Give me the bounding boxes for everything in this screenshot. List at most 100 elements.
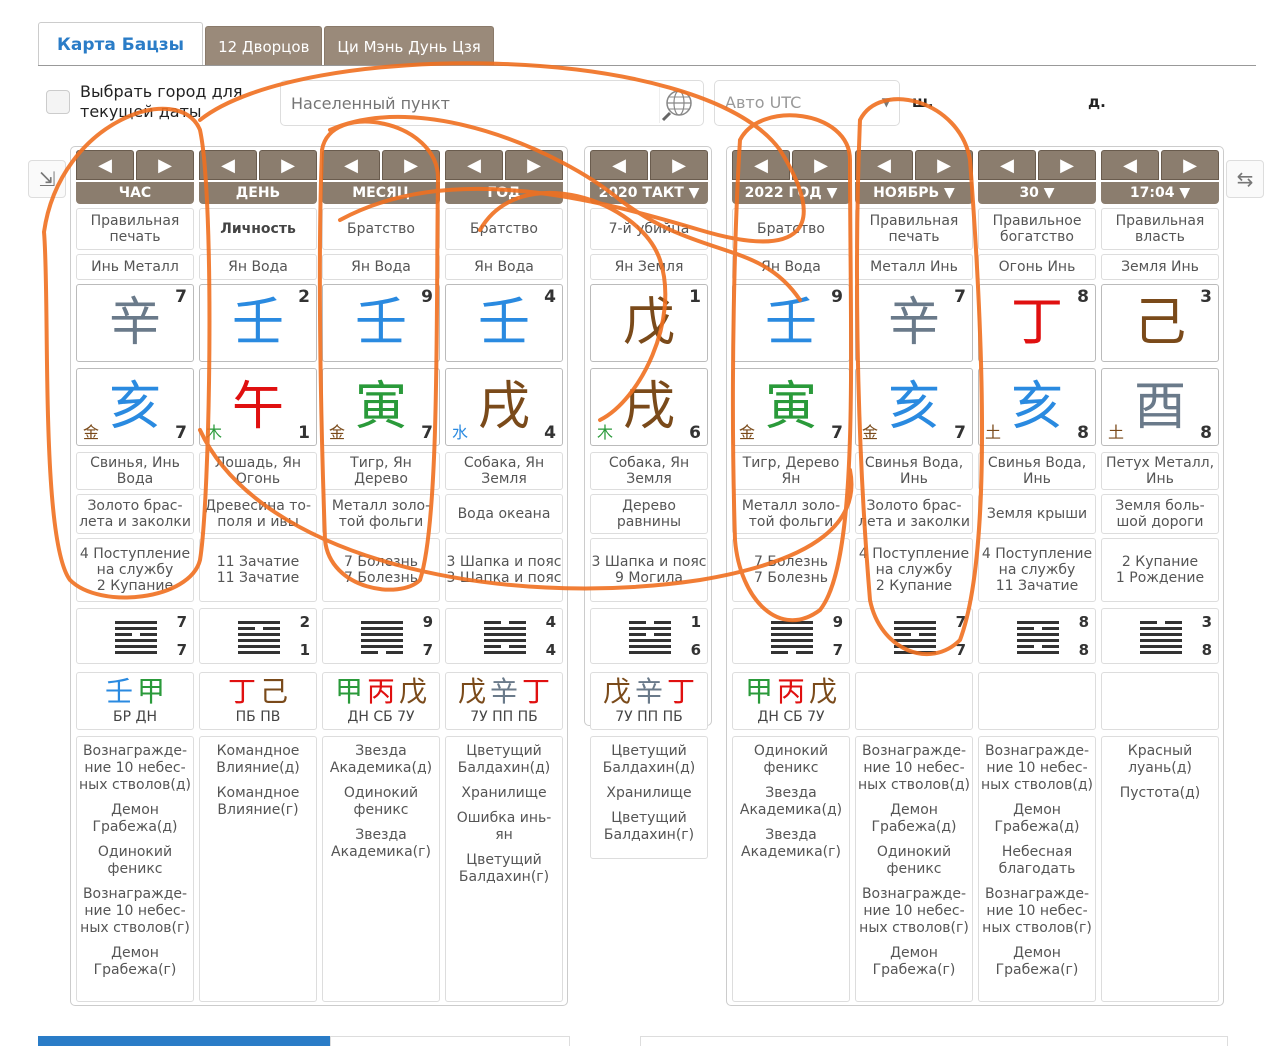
pillar-header[interactable]: НОЯБРЬ ▼ bbox=[855, 182, 973, 204]
star-item: Командное Влияние(г) bbox=[216, 785, 300, 818]
life-stage-item: 7 Болезнь bbox=[754, 570, 828, 586]
star-item: Вознагражде-ние 10 небес-ных стволов(д) bbox=[981, 743, 1093, 793]
branch-element-glyph: 木 bbox=[597, 423, 614, 442]
heavenly-stem[interactable]: 辛7 bbox=[76, 284, 194, 362]
earthly-branch[interactable]: 酉土8 bbox=[1101, 368, 1219, 446]
prev-arrow-icon[interactable]: ◀ bbox=[322, 150, 380, 180]
pillar-nav: ◀ ▶ bbox=[732, 150, 850, 180]
heavenly-stem[interactable]: 壬4 bbox=[445, 284, 563, 362]
ten-god: Правильная власть bbox=[1101, 208, 1219, 250]
hexagram-number-top: 8 bbox=[1078, 613, 1089, 631]
pillar-header[interactable]: ДЕНЬ bbox=[199, 182, 317, 204]
element-label: Огонь Инь bbox=[978, 254, 1096, 280]
next-arrow-icon[interactable]: ▶ bbox=[792, 150, 850, 180]
earthly-branch[interactable]: 午木1 bbox=[199, 368, 317, 446]
heavenly-stem[interactable]: 辛7 bbox=[855, 284, 973, 362]
city-input[interactable] bbox=[281, 81, 641, 125]
prev-arrow-icon[interactable]: ◀ bbox=[590, 150, 648, 180]
pillar-header[interactable]: МЕСЯЦ bbox=[322, 182, 440, 204]
nayin-label: Земля крыши bbox=[978, 494, 1096, 534]
hexagram-number-top: 2 bbox=[299, 613, 310, 631]
earthly-branch[interactable]: 亥金7 bbox=[76, 368, 194, 446]
hidden-stem-glyph: 戊 bbox=[399, 675, 428, 708]
nayin-label: Вода океана bbox=[445, 494, 563, 534]
prev-arrow-icon[interactable]: ◀ bbox=[1101, 150, 1159, 180]
hidden-stem-glyph: 甲 bbox=[744, 675, 773, 708]
next-arrow-icon[interactable]: ▶ bbox=[1161, 150, 1219, 180]
life-stages: 2 Купание 1 Рождение bbox=[1101, 538, 1219, 602]
prev-arrow-icon[interactable]: ◀ bbox=[76, 150, 134, 180]
star-item: Демон Грабежа(д) bbox=[871, 802, 957, 835]
pillar-header[interactable]: ЧАС bbox=[76, 182, 194, 204]
star-item: Цветущий Балдахин(д) bbox=[457, 743, 551, 776]
heavenly-stem[interactable]: 壬2 bbox=[199, 284, 317, 362]
star-item: Звезда Академика(г) bbox=[741, 827, 841, 860]
next-arrow-icon[interactable]: ▶ bbox=[1038, 150, 1096, 180]
nayin-label: Металл золо-той фольги bbox=[322, 494, 440, 534]
pillar-header[interactable]: 30 ▼ bbox=[978, 182, 1096, 204]
collapse-arrow-icon[interactable]: ⇲ bbox=[28, 160, 66, 198]
earthly-branch[interactable]: 寅金7 bbox=[732, 368, 850, 446]
heavenly-stem[interactable]: 壬9 bbox=[322, 284, 440, 362]
hidden-stems: 壬甲 БР ДН bbox=[76, 672, 194, 730]
life-stages: 4 Поступление на службу 2 Купание bbox=[855, 538, 973, 602]
star-item: Одинокий феникс bbox=[343, 785, 419, 818]
earthly-branch[interactable]: 寅金7 bbox=[322, 368, 440, 446]
heavenly-stem[interactable]: 戊1 bbox=[590, 284, 708, 362]
pillar-header[interactable]: 2022 ГОД ▼ bbox=[732, 182, 850, 204]
prev-arrow-icon[interactable]: ◀ bbox=[445, 150, 503, 180]
next-arrow-icon[interactable]: ▶ bbox=[259, 150, 317, 180]
next-arrow-icon[interactable]: ▶ bbox=[505, 150, 563, 180]
current-city-checkbox[interactable] bbox=[46, 90, 70, 114]
star-item: Демон Грабежа(г) bbox=[872, 945, 956, 978]
swap-icon[interactable]: ⇆ bbox=[1226, 160, 1264, 198]
star-item: Вознагражде-ние 10 небес-ных стволов(г) bbox=[80, 886, 190, 936]
heavenly-stem[interactable]: 丁8 bbox=[978, 284, 1096, 362]
utc-select[interactable]: Авто UTC ▼ bbox=[714, 80, 900, 126]
life-stage-item: 2 Купание bbox=[96, 578, 174, 594]
tab-bazi-chart[interactable]: Карта Бацзы bbox=[38, 22, 204, 66]
prev-arrow-icon[interactable]: ◀ bbox=[978, 150, 1036, 180]
earthly-branch[interactable]: 亥金7 bbox=[855, 368, 973, 446]
branch-number: 7 bbox=[421, 423, 433, 443]
ten-god-label: 7-й убийца bbox=[608, 221, 690, 237]
hexagram-number-top: 1 bbox=[690, 613, 701, 631]
heavenly-stem[interactable]: 己3 bbox=[1101, 284, 1219, 362]
hexagram-number-top: 9 bbox=[832, 613, 843, 631]
prev-arrow-icon[interactable]: ◀ bbox=[732, 150, 790, 180]
animal-label: Свинья Вода, Инь bbox=[978, 452, 1096, 490]
heavenly-stem[interactable]: 壬9 bbox=[732, 284, 850, 362]
animal-label: Собака, Ян Земля bbox=[590, 452, 708, 490]
hidden-stem-labels: ПБ ПВ bbox=[235, 709, 281, 725]
globe-search-icon[interactable] bbox=[659, 87, 695, 123]
hexagram-number-bottom: 8 bbox=[1078, 641, 1089, 659]
next-arrow-icon[interactable]: ▶ bbox=[915, 150, 973, 180]
next-arrow-icon[interactable]: ▶ bbox=[382, 150, 440, 180]
earthly-branch[interactable]: 戌水4 bbox=[445, 368, 563, 446]
prev-arrow-icon[interactable]: ◀ bbox=[199, 150, 257, 180]
bottom-tab[interactable] bbox=[330, 1036, 570, 1046]
pillar-header[interactable]: 2020 ТАКТ ▼ bbox=[590, 182, 708, 204]
next-arrow-icon[interactable]: ▶ bbox=[136, 150, 194, 180]
life-stage-item: 1 Рождение bbox=[1115, 570, 1205, 586]
hexagram-number-top: 4 bbox=[545, 613, 556, 631]
star-item: Вознагражде-ние 10 небес-ных стволов(г) bbox=[859, 886, 969, 936]
nayin-label: Металл золо-той фольги bbox=[732, 494, 850, 534]
tab-qimen[interactable]: Ци Мэнь Дунь Цзя bbox=[324, 26, 494, 66]
pillar-header[interactable]: 17:04 ▼ bbox=[1101, 182, 1219, 204]
bottom-tab-active[interactable] bbox=[38, 1036, 330, 1046]
prev-arrow-icon[interactable]: ◀ bbox=[855, 150, 913, 180]
branch-number: 7 bbox=[954, 423, 966, 443]
next-arrow-icon[interactable]: ▶ bbox=[650, 150, 708, 180]
hexagram-number-top: 7 bbox=[176, 613, 187, 631]
earthly-branch[interactable]: 戌木6 bbox=[590, 368, 708, 446]
hexagram-number-top: 3 bbox=[1201, 613, 1212, 631]
hidden-stem-glyph: 戊 bbox=[457, 675, 486, 708]
pillar-column: ◀ ▶ НОЯБРЬ ▼ Правильная печать Металл Инь 辛 7 亥… bbox=[855, 150, 973, 1002]
tab-12-palaces[interactable]: 12 Дворцов bbox=[205, 26, 323, 66]
star-item: Цветущий Балдахин(г) bbox=[603, 810, 695, 843]
animal-label: Свинья, Инь Вода bbox=[76, 452, 194, 490]
ten-god: Братство bbox=[322, 208, 440, 250]
pillar-header[interactable]: ГОД bbox=[445, 182, 563, 204]
earthly-branch[interactable]: 亥土8 bbox=[978, 368, 1096, 446]
